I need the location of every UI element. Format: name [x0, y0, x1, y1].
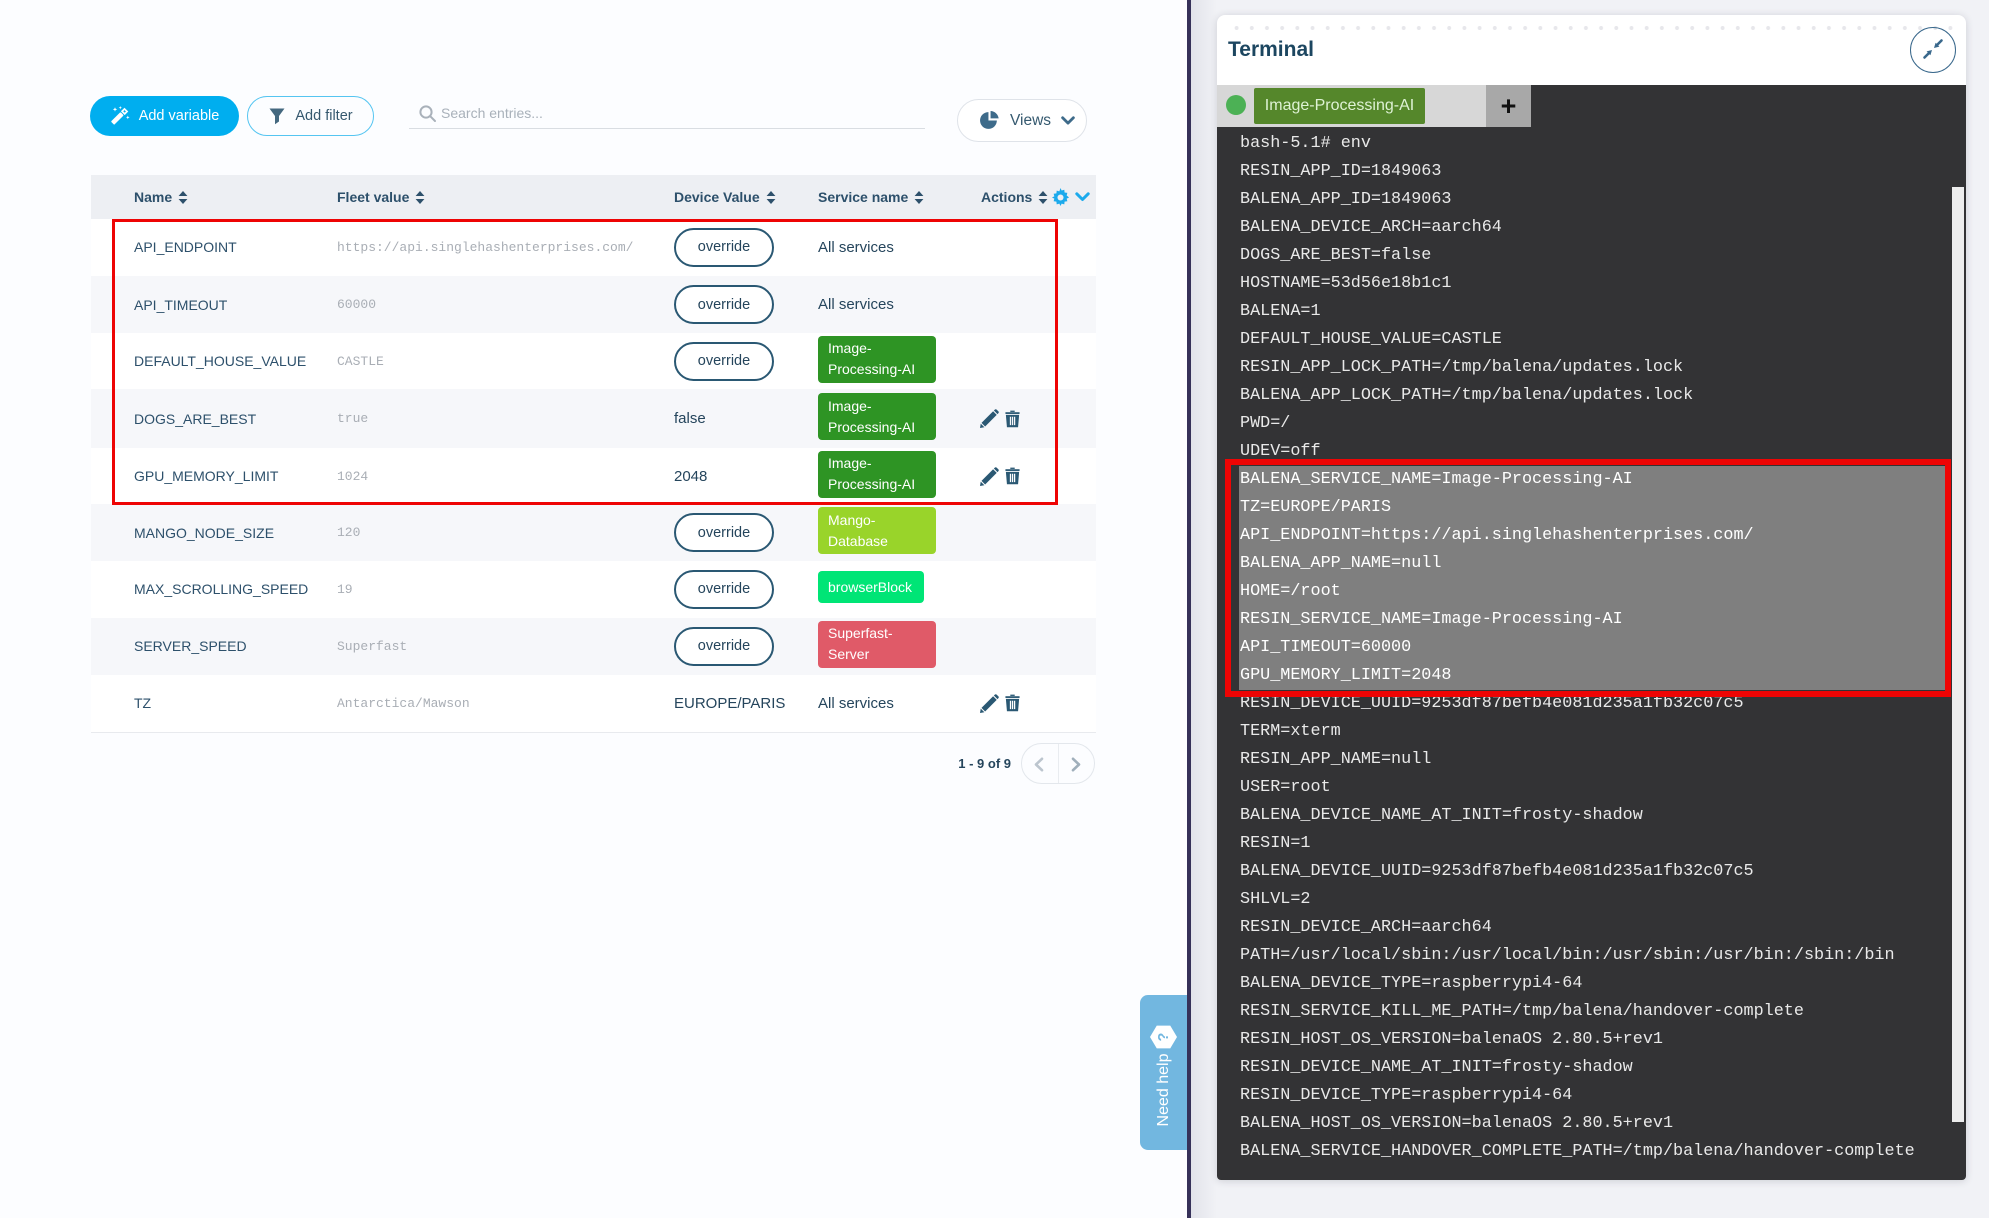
svg-text:?: ? [1156, 1032, 1172, 1041]
